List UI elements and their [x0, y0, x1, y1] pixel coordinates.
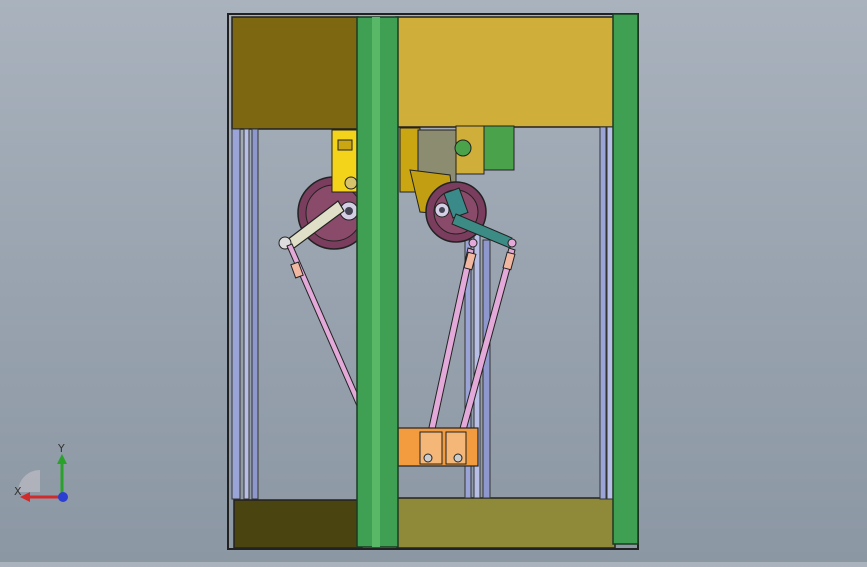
x-axis-label: X — [14, 485, 22, 498]
frame-post-front-right — [612, 13, 639, 545]
bottom-panel-right — [396, 497, 616, 549]
parallel-rods — [286, 243, 516, 435]
y-axis-label: Y — [57, 442, 65, 455]
model-render — [227, 13, 639, 550]
orientation-triad[interactable]: Y X — [10, 440, 80, 510]
cad-viewport[interactable]: Y X — [0, 0, 867, 562]
bottom-panel-left — [233, 499, 363, 549]
y-axis-arrowhead — [57, 454, 67, 464]
z-axis-dot — [58, 492, 68, 502]
frame-post-highlight — [372, 17, 380, 547]
top-panel-left — [231, 16, 359, 130]
end-effector — [397, 427, 479, 467]
top-panel-right — [395, 16, 615, 128]
